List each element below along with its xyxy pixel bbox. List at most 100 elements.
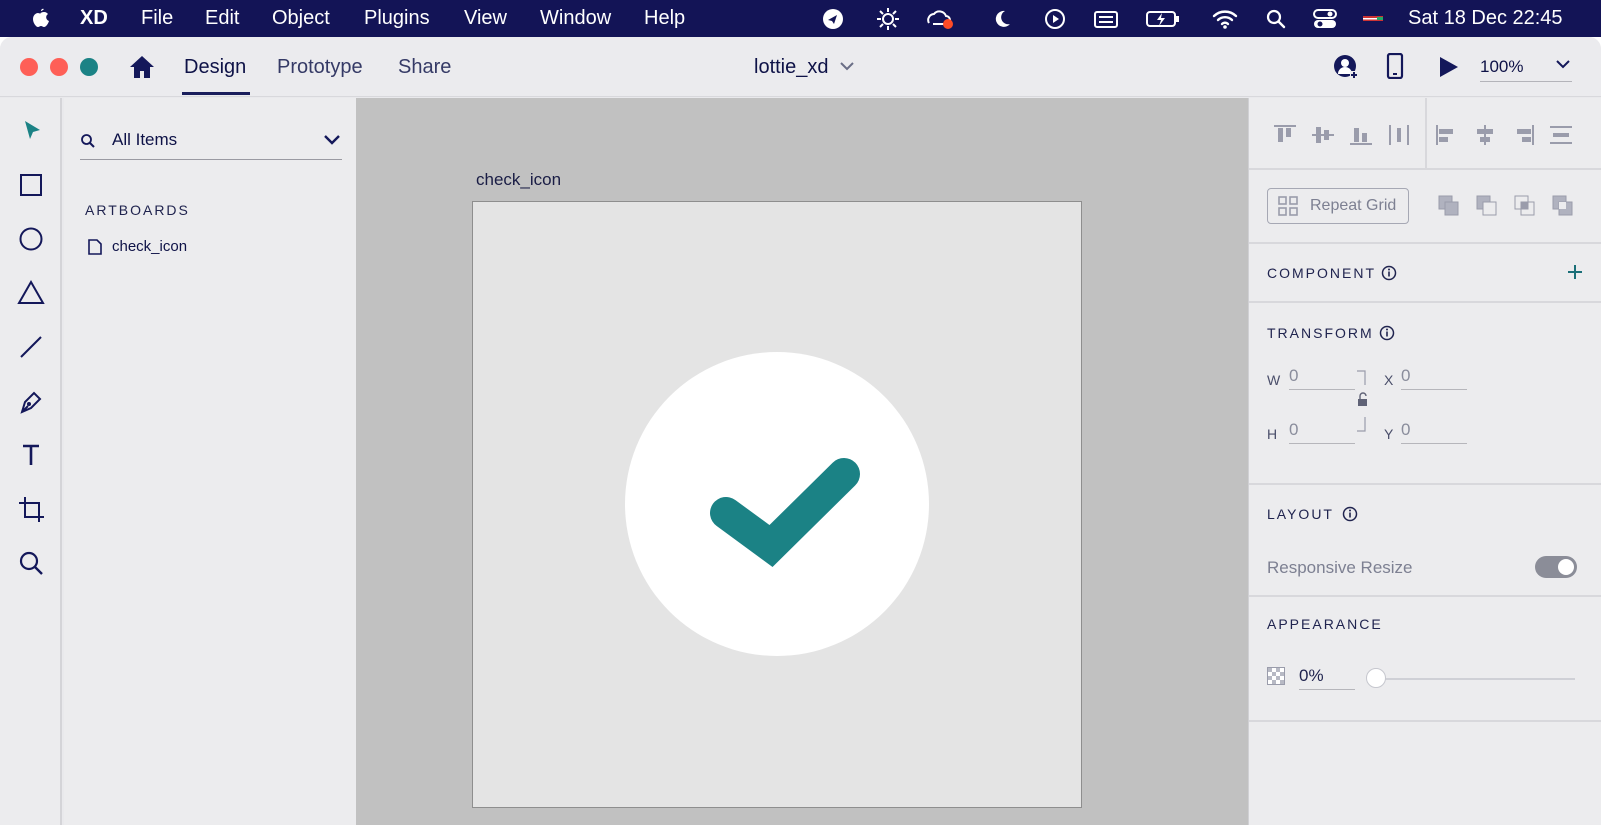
search-icon <box>80 133 96 149</box>
artboard-name[interactable]: check_icon <box>476 170 561 190</box>
layout-title: LAYOUT <box>1267 506 1334 522</box>
responsive-resize-label: Responsive Resize <box>1267 558 1413 577</box>
menu-file[interactable]: File <box>141 6 173 30</box>
component-info-icon[interactable] <box>1381 265 1397 281</box>
x-input[interactable]: 0 <box>1401 366 1467 390</box>
appearance-title: APPEARANCE <box>1267 616 1383 632</box>
opacity-input[interactable]: 0% <box>1299 666 1355 690</box>
tab-share[interactable]: Share <box>398 56 451 78</box>
transform-info-icon[interactable] <box>1379 325 1395 341</box>
align-bottom-icon[interactable] <box>1349 124 1373 146</box>
design-canvas[interactable]: check_icon <box>356 98 1248 825</box>
xd-window: Design Prototype Share lottie_xd 100% Al… <box>0 37 1601 825</box>
creative-cloud-icon[interactable] <box>925 8 955 30</box>
align-toolbar <box>1249 98 1601 170</box>
ellipse-tool-icon[interactable] <box>16 224 46 254</box>
x-label: X <box>1384 372 1394 388</box>
spotlight-search-icon[interactable] <box>1265 8 1287 30</box>
component-title: COMPONENT <box>1267 265 1376 281</box>
section-divider <box>1249 242 1601 244</box>
boolean-add-icon[interactable] <box>1437 194 1461 218</box>
sun-icon[interactable] <box>877 8 899 30</box>
menu-window[interactable]: Window <box>540 6 611 30</box>
invite-user-icon[interactable] <box>1333 53 1359 81</box>
align-middle-icon[interactable] <box>1311 124 1335 146</box>
boolean-intersect-icon[interactable] <box>1513 194 1537 218</box>
opacity-checker-icon <box>1267 667 1285 685</box>
layer-item-check-icon[interactable]: check_icon <box>88 236 288 258</box>
play-circle-icon[interactable] <box>1044 8 1066 30</box>
filter-chevron-down-icon[interactable] <box>324 134 340 146</box>
menu-object[interactable]: Object <box>272 6 330 30</box>
control-center-icon[interactable] <box>1312 8 1338 30</box>
height-label: H <box>1267 426 1278 442</box>
opacity-slider-track[interactable] <box>1375 678 1575 680</box>
align-center-icon[interactable] <box>1473 124 1497 146</box>
chevron-down-icon[interactable] <box>840 61 854 71</box>
zoom-chevron-down-icon[interactable] <box>1556 59 1570 69</box>
distribute-vertical-icon[interactable] <box>1549 124 1573 146</box>
artboards-section-label: ARTBOARDS <box>85 202 190 218</box>
app-toolbar: Design Prototype Share lottie_xd 100% <box>0 37 1601 97</box>
line-tool-icon[interactable] <box>16 332 46 362</box>
align-right-icon[interactable] <box>1511 124 1535 146</box>
app-name[interactable]: XD <box>80 6 108 30</box>
boolean-exclude-icon[interactable] <box>1551 194 1575 218</box>
keyboard-icon[interactable] <box>1093 8 1119 30</box>
y-label: Y <box>1384 426 1394 442</box>
device-preview-icon[interactable] <box>1386 53 1404 79</box>
maximize-window-button[interactable] <box>80 58 98 76</box>
align-top-icon[interactable] <box>1273 124 1297 146</box>
moon-icon[interactable] <box>991 8 1013 30</box>
menu-edit[interactable]: Edit <box>205 6 239 30</box>
document-title[interactable]: lottie_xd <box>754 56 829 79</box>
layers-filter[interactable]: All Items <box>80 124 342 160</box>
apple-icon[interactable] <box>30 7 52 29</box>
pen-tool-icon[interactable] <box>16 386 46 416</box>
layout-info-icon[interactable] <box>1342 506 1358 522</box>
wifi-icon[interactable] <box>1212 8 1238 30</box>
section-divider <box>1249 301 1601 303</box>
align-divider <box>1425 98 1427 170</box>
menu-help[interactable]: Help <box>644 6 685 30</box>
repeat-grid-button[interactable]: Repeat Grid <box>1267 188 1409 224</box>
lock-aspect-icon[interactable] <box>1355 369 1369 433</box>
add-component-icon[interactable] <box>1567 264 1583 280</box>
clock[interactable]: Sat 18 Dec 22:45 <box>1408 6 1563 30</box>
play-preview-icon[interactable] <box>1437 56 1459 78</box>
menu-view[interactable]: View <box>464 6 507 30</box>
height-input[interactable]: 0 <box>1289 420 1355 444</box>
active-tab-indicator <box>182 92 250 95</box>
minimize-window-button[interactable] <box>50 58 68 76</box>
close-window-button[interactable] <box>20 58 38 76</box>
width-input[interactable]: 0 <box>1289 366 1355 390</box>
artboard-check-icon[interactable] <box>472 201 1082 808</box>
send-icon[interactable] <box>822 8 844 30</box>
white-circle-shape <box>625 352 929 656</box>
tab-prototype[interactable]: Prototype <box>277 56 363 78</box>
property-inspector: Repeat Grid COMPONENT TRANSFORM W 0 H 0 … <box>1248 98 1601 825</box>
transform-title: TRANSFORM <box>1267 325 1374 341</box>
tab-design[interactable]: Design <box>184 56 246 78</box>
check-graphic[interactable] <box>473 202 1081 807</box>
distribute-horizontal-icon[interactable] <box>1387 124 1411 146</box>
y-input[interactable]: 0 <box>1401 420 1467 444</box>
artboard-icon <box>88 239 102 255</box>
flag-icon[interactable] <box>1362 8 1386 30</box>
section-divider <box>1249 483 1601 485</box>
artboard-tool-icon[interactable] <box>16 494 46 524</box>
responsive-resize-toggle[interactable] <box>1535 556 1577 578</box>
polygon-tool-icon[interactable] <box>16 278 46 308</box>
select-tool-icon[interactable] <box>16 116 46 146</box>
repeat-grid-label: Repeat Grid <box>1310 197 1397 214</box>
align-left-icon[interactable] <box>1435 124 1459 146</box>
battery-icon[interactable] <box>1146 8 1180 30</box>
mac-menubar: XD File Edit Object Plugins View Window … <box>0 0 1601 37</box>
rectangle-tool-icon[interactable] <box>16 170 46 200</box>
zoom-tool-icon[interactable] <box>16 548 46 578</box>
home-icon[interactable] <box>128 54 156 80</box>
menu-plugins[interactable]: Plugins <box>364 6 430 30</box>
boolean-subtract-icon[interactable] <box>1475 194 1499 218</box>
text-tool-icon[interactable] <box>16 440 46 470</box>
opacity-slider-handle[interactable] <box>1366 668 1386 688</box>
